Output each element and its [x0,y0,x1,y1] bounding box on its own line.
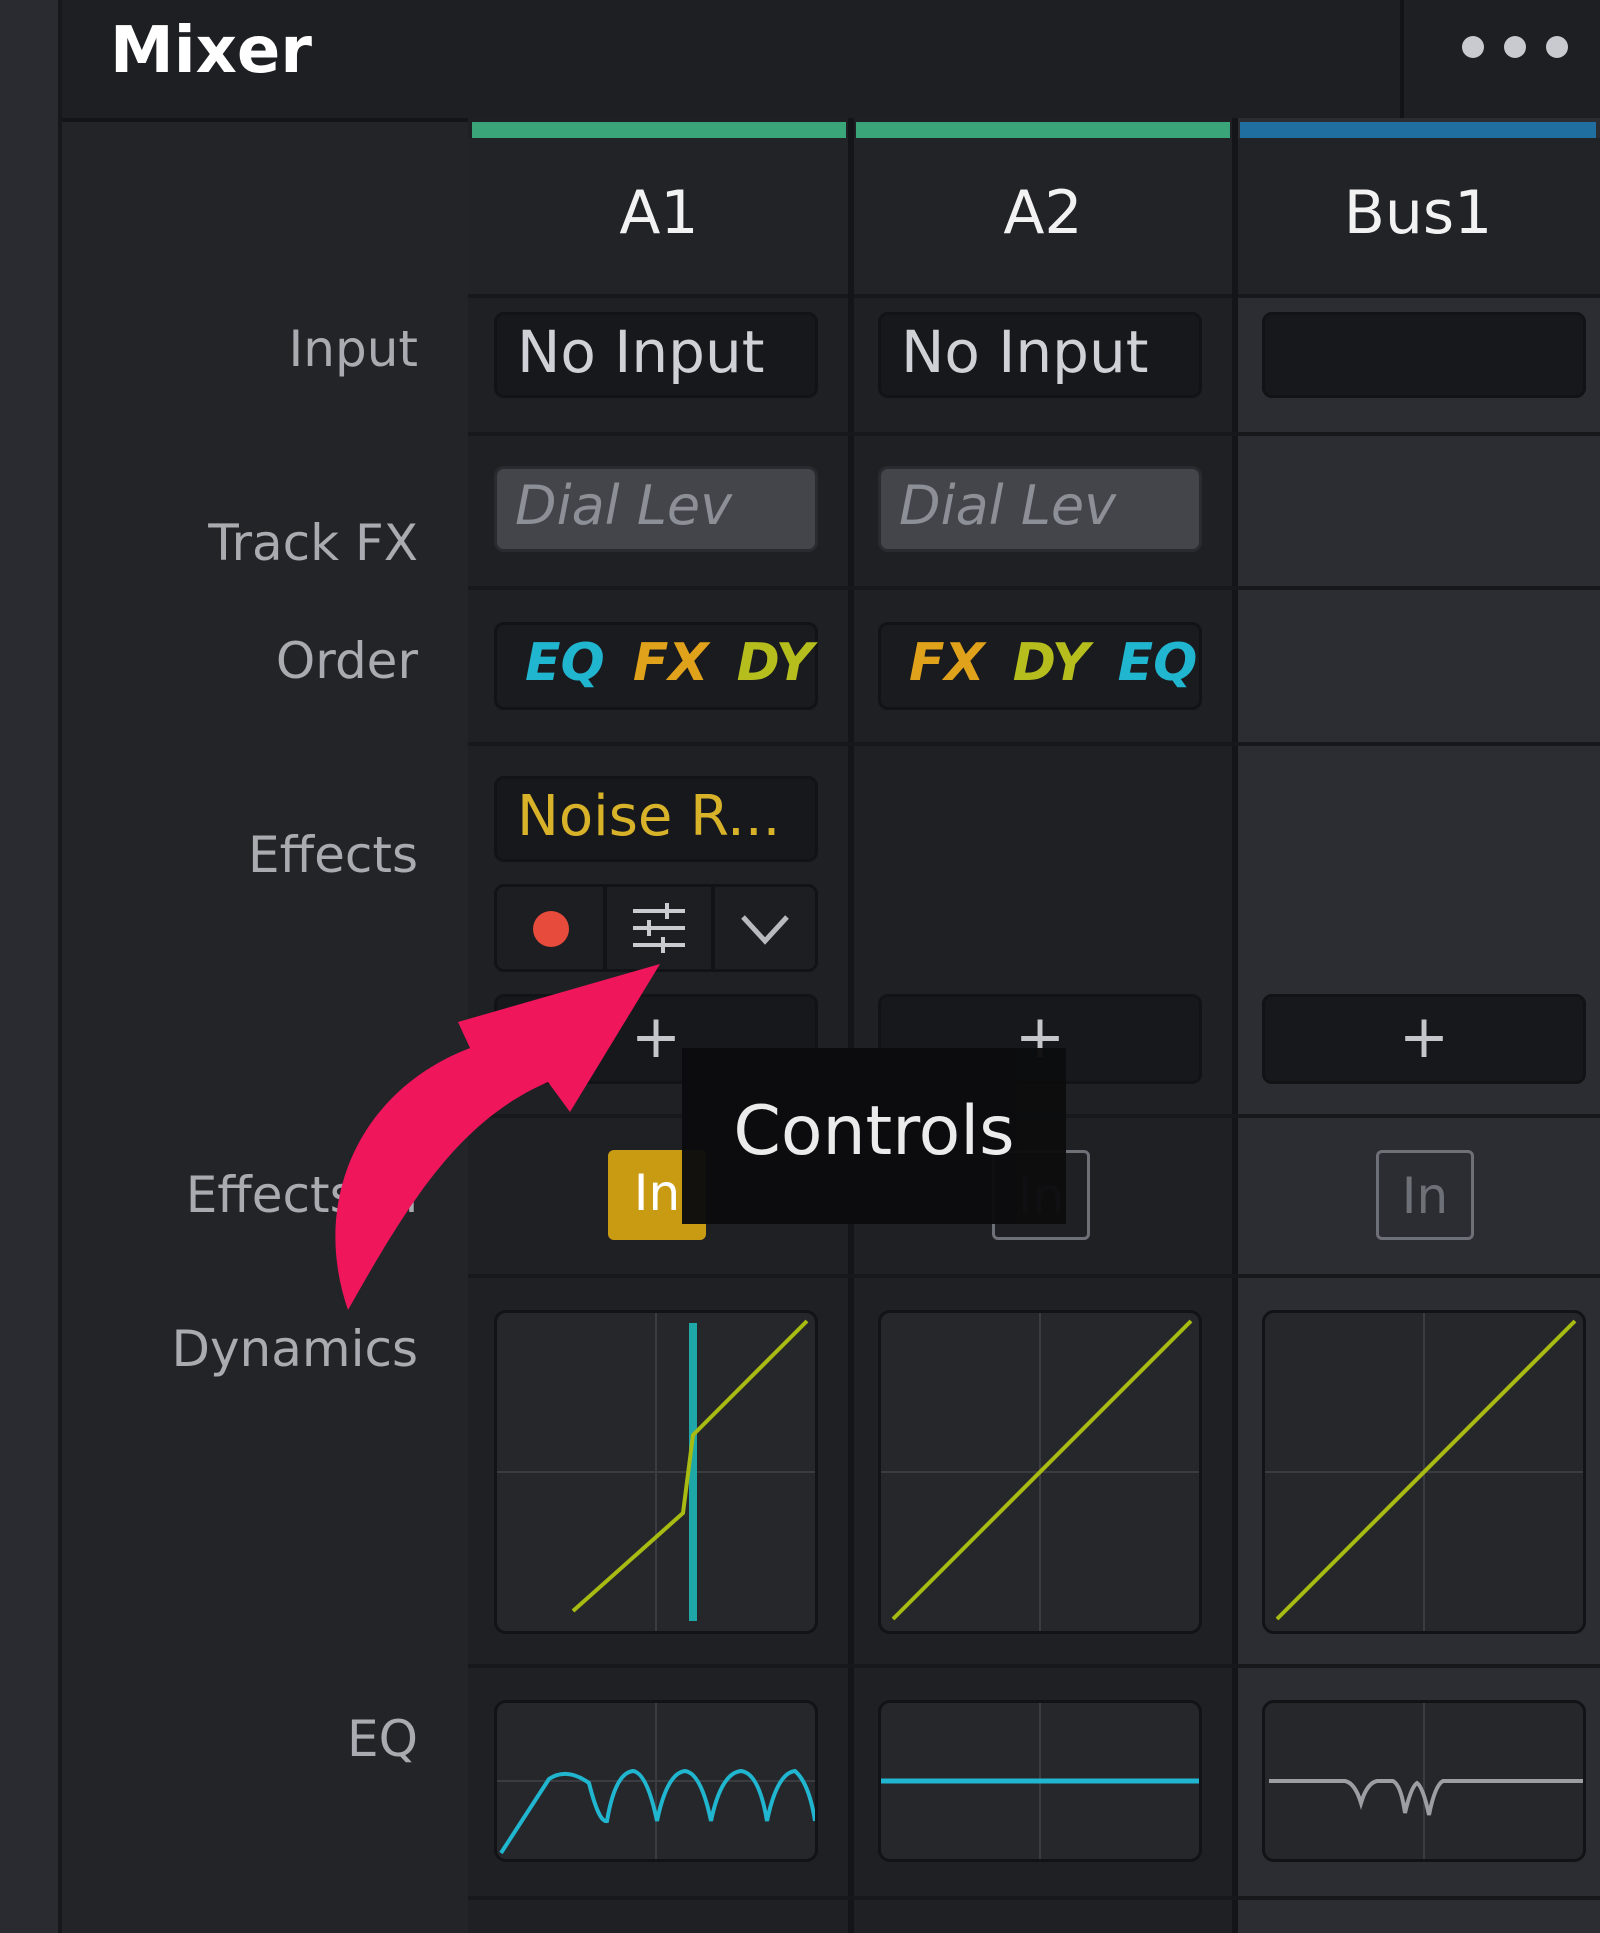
order-tag: DY [736,633,814,693]
row-divider [468,586,1600,590]
effect-expand-button[interactable] [715,887,815,969]
processing-order-a2[interactable]: FX DY EQ [878,622,1202,710]
dynamics-graph-bus1[interactable] [1262,1310,1586,1634]
eq-curve-bus1 [1269,1703,1583,1859]
row-label-track-fx: Track FX [208,514,418,572]
effect-slot-a1[interactable]: Noise R... [494,776,818,862]
column-divider [1232,118,1238,1933]
effects-in-button-bus1[interactable]: In [1376,1150,1474,1240]
track-fx-slot-a2[interactable]: Dial Lev [878,466,1202,552]
dynamics-curve-a2 [881,1313,1199,1631]
eq-graph-a1[interactable] [494,1700,818,1862]
order-tag: FX [632,633,709,693]
eq-curve-a2 [881,1703,1199,1859]
chevron-down-icon [741,915,789,945]
dynamics-graph-a1[interactable] [494,1310,818,1634]
row-divider [468,742,1600,746]
track-header-a1[interactable]: A1 [468,138,850,298]
row-label-order: Order [275,632,418,690]
processing-order-a1[interactable]: EQ FX DY [494,622,818,710]
order-tag: DY [1012,633,1090,693]
dynamics-graph-a2[interactable] [878,1310,1202,1634]
panel-title: Mixer [110,14,312,88]
input-select-a1[interactable]: No Input [494,312,818,398]
eq-graph-a2[interactable] [878,1700,1202,1862]
track-fx-slot-a1[interactable]: Dial Lev [494,466,818,552]
controls-tooltip: Controls [682,1048,1066,1224]
row-divider [468,1664,1600,1668]
track-header-bus1[interactable]: Bus1 [1236,138,1600,298]
row-divider [468,432,1600,436]
track-color-bar [472,122,846,138]
row-divider [468,1896,1600,1900]
order-tag: EQ [1117,633,1198,693]
row-label-effects: Effects [248,826,418,884]
track-color-bar [856,122,1230,138]
order-tag: EQ [525,633,605,693]
row-label-input: Input [288,320,418,378]
tooltip-text: Controls [733,1092,1015,1171]
curved-arrow-icon [335,964,660,1310]
row-label-eq: EQ [347,1710,418,1768]
eq-graph-bus1[interactable] [1262,1700,1586,1862]
dynamics-curve-bus1 [1265,1313,1583,1631]
column-divider [848,118,854,1933]
more-options-icon[interactable] [1462,32,1582,62]
track-color-bar [1240,122,1596,138]
order-tag: FX [909,633,985,693]
input-select-bus1[interactable] [1262,312,1586,398]
track-header-a2[interactable]: A2 [852,138,1234,298]
left-panel-strip [0,0,62,1933]
eq-curve-a1 [497,1703,815,1859]
dynamics-curve-a1 [497,1313,815,1631]
title-separator [1400,0,1404,118]
add-effect-button-bus1[interactable]: + [1262,994,1586,1084]
input-select-a2[interactable]: No Input [878,312,1202,398]
